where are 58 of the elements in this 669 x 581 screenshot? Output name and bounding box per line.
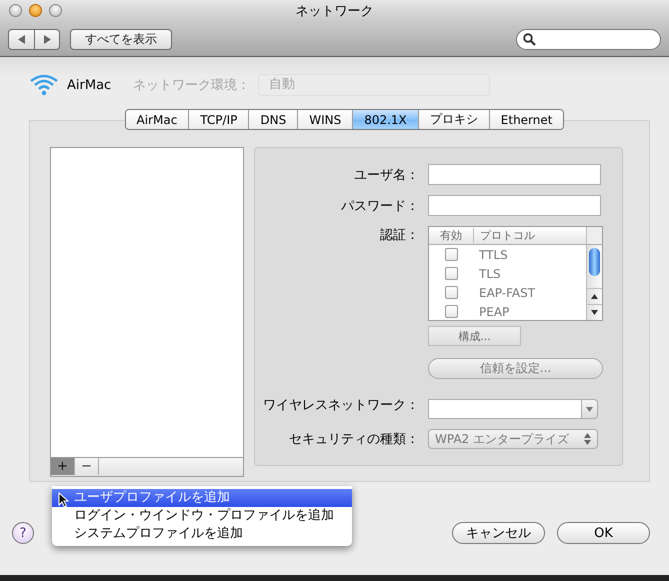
column-header[interactable]: プロトコル xyxy=(474,228,535,243)
username-label: ユーザ名： xyxy=(354,166,419,184)
location-label: ネットワーク環境： xyxy=(133,77,250,94)
checkbox[interactable] xyxy=(444,267,458,280)
forward-arrow-icon xyxy=(43,34,51,44)
remove-button[interactable]: − xyxy=(75,458,99,475)
search-field[interactable] xyxy=(516,28,661,50)
zoom-button[interactable] xyxy=(49,4,62,17)
back-arrow-icon xyxy=(18,34,26,44)
tab[interactable]: Ethernet xyxy=(490,110,564,129)
tab[interactable]: WINS xyxy=(298,110,354,129)
wireless-network-combo[interactable] xyxy=(428,399,598,419)
forward-button[interactable] xyxy=(34,28,60,50)
location-popup: 自動 xyxy=(258,74,490,96)
protocol-name: EAP-FAST xyxy=(478,286,536,300)
minimize-button[interactable] xyxy=(29,4,42,17)
dropdown-arrow-icon xyxy=(586,406,593,412)
password-label: パスワード： xyxy=(341,198,419,214)
down-arrow-icon xyxy=(591,310,598,315)
close-button[interactable] xyxy=(9,4,22,17)
security-type-label: セキュリティの種類： xyxy=(289,431,419,448)
wifi-icon xyxy=(29,73,59,97)
wireless-network-label: ワイヤレスネットワーク： xyxy=(263,397,419,414)
tab[interactable]: プロキシ xyxy=(418,110,490,129)
username-field[interactable] xyxy=(428,164,601,185)
add-button[interactable]: + xyxy=(51,458,75,475)
up-arrow-icon xyxy=(591,294,598,299)
tab[interactable]: AirMac xyxy=(126,110,190,129)
column-header[interactable]: 有効 xyxy=(429,228,474,243)
scroll-thumb[interactable] xyxy=(589,248,600,276)
stepper-arrows-icon xyxy=(584,433,591,445)
menu-item[interactable]: ユーザプロファイルを追加 xyxy=(52,489,352,507)
password-field[interactable] xyxy=(428,195,601,216)
back-button[interactable] xyxy=(8,28,34,50)
security-type-popup[interactable]: WPA2 エンタープライズ xyxy=(428,429,598,449)
menu-item[interactable]: システムプロファイルを追加 xyxy=(52,525,352,543)
protocol-name: PEAP xyxy=(478,304,510,318)
auth-label: 認証： xyxy=(380,227,419,244)
help-button[interactable]: ? xyxy=(12,522,34,544)
scrollbar[interactable] xyxy=(586,227,602,320)
tab[interactable]: TCP/IP xyxy=(189,110,250,129)
trust-button[interactable]: 信頼を設定... xyxy=(428,358,603,379)
ok-button[interactable]: OK xyxy=(557,522,650,544)
checkbox[interactable] xyxy=(444,305,458,318)
checkbox[interactable] xyxy=(444,286,458,299)
protocol-name: TLS xyxy=(478,266,501,280)
configure-button[interactable]: 構成... xyxy=(428,326,521,346)
tab[interactable]: DNS xyxy=(249,110,298,129)
checkbox[interactable] xyxy=(444,248,458,261)
window-title: ネットワーク xyxy=(296,3,374,20)
tab[interactable]: 802.1X xyxy=(353,110,419,129)
menu-item[interactable]: ログイン・ウインドウ・プロファイルを追加 xyxy=(52,507,352,525)
service-name: AirMac xyxy=(67,78,112,92)
mouse-pointer-icon xyxy=(58,492,69,508)
search-icon xyxy=(523,32,536,46)
protocol-name: TTLS xyxy=(478,248,508,262)
cancel-button[interactable]: キャンセル xyxy=(452,522,545,544)
show-all-button[interactable]: すべてを表示 xyxy=(70,28,172,50)
